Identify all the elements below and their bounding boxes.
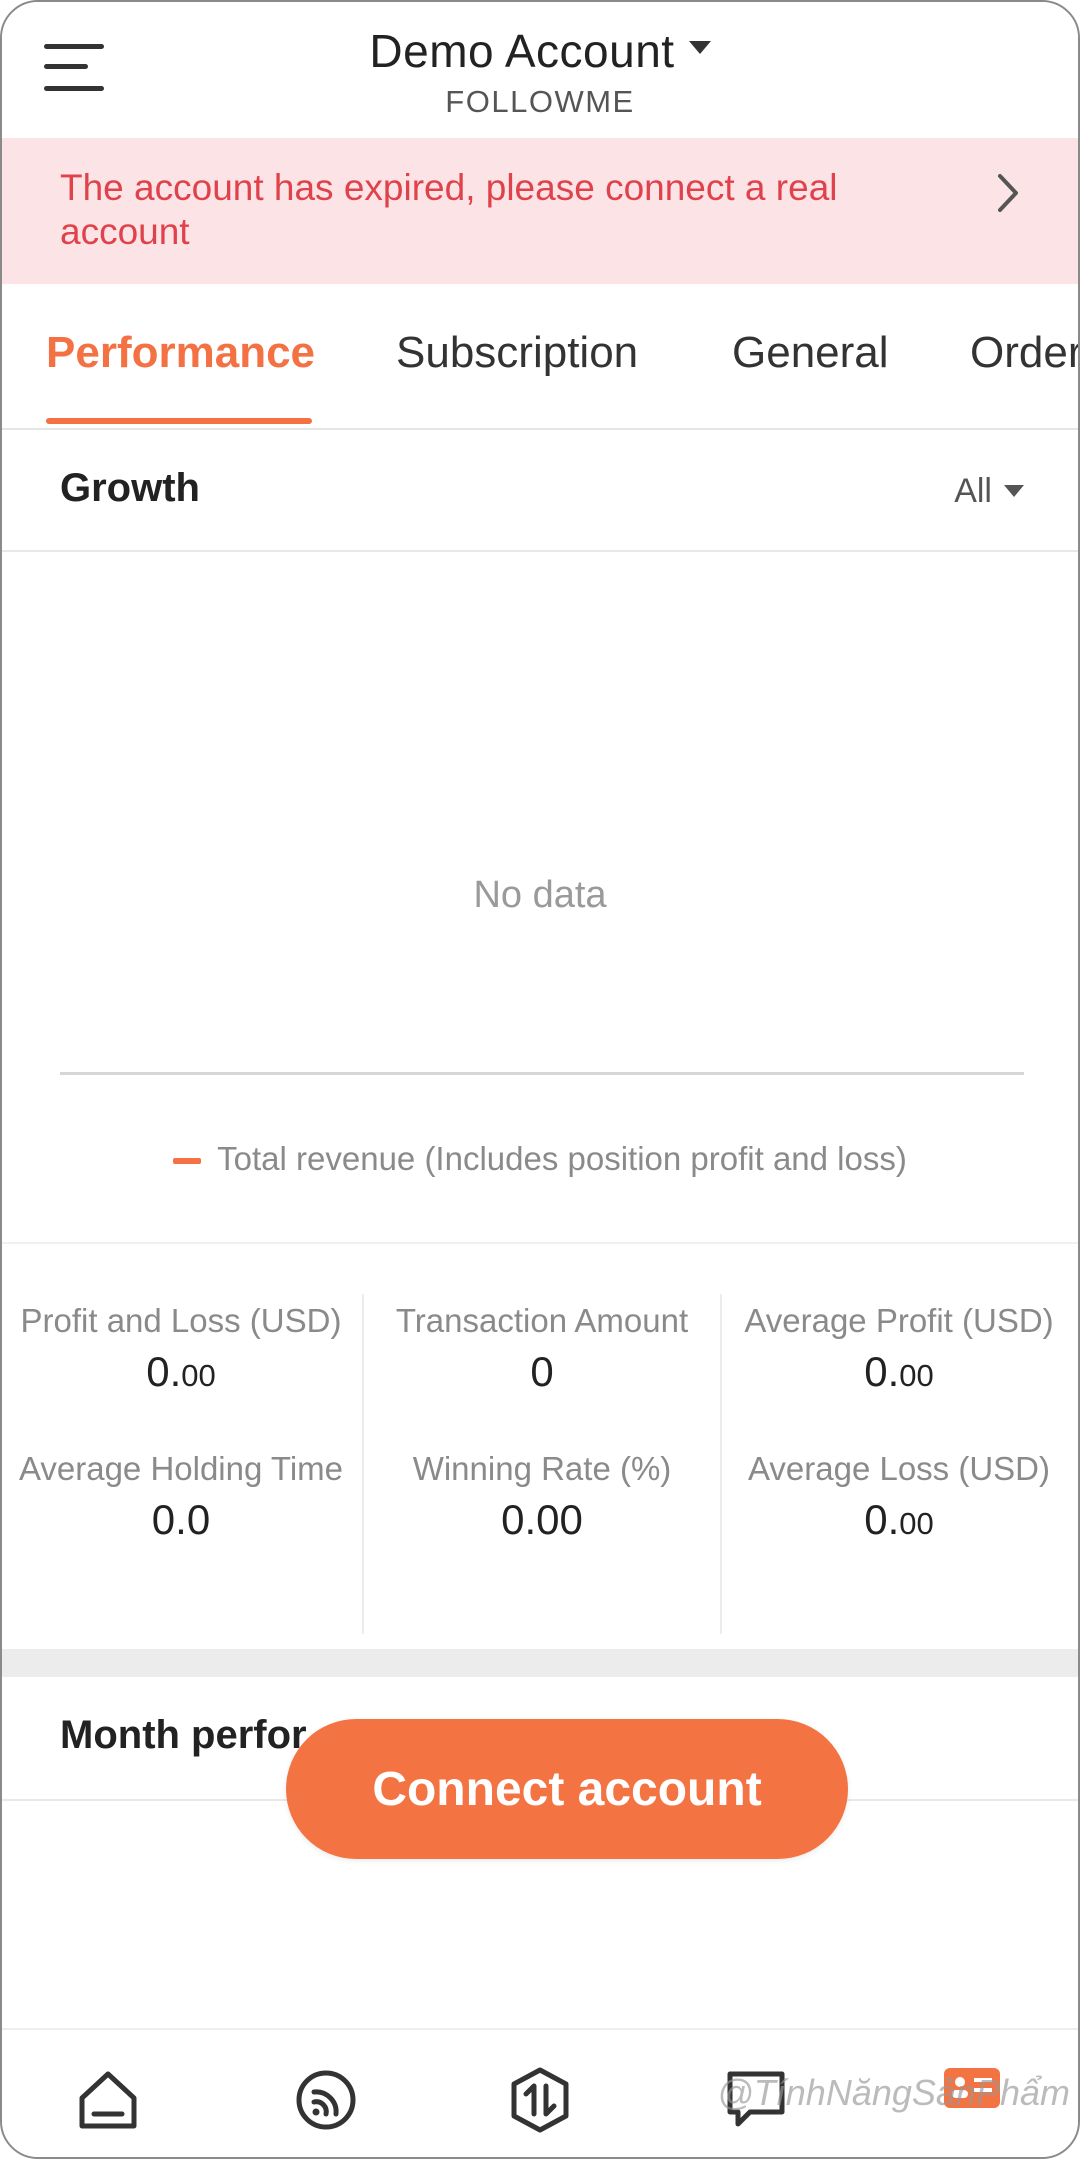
account-selector[interactable]: Demo Account xyxy=(2,24,1078,78)
bottom-nav: @TínhNăngSảnPhẩm xyxy=(2,2028,1078,2157)
growth-chart: No data Total revenue (Includes position… xyxy=(2,552,1078,1244)
legend-label: Total revenue (Includes position profit … xyxy=(217,1140,907,1177)
stats-grid: Profit and Loss (USD) 0.00 Average Holdi… xyxy=(2,1244,1078,1634)
growth-header: Growth All xyxy=(2,428,1078,552)
active-tab-indicator xyxy=(46,418,312,424)
stat-value: 0.00 xyxy=(720,1348,1078,1412)
section-divider xyxy=(2,1649,1078,1677)
stat-label: Average Holding Time xyxy=(18,1450,344,1487)
stat-label: Transaction Amount xyxy=(395,1302,689,1339)
caret-down-icon xyxy=(1004,485,1024,498)
tab-general[interactable]: General xyxy=(732,328,889,378)
stats-column: Transaction Amount 0 Winning Rate (%) 0.… xyxy=(362,1294,722,1634)
stat-label: Average Profit (USD) xyxy=(744,1302,1054,1339)
tab-subscription[interactable]: Subscription xyxy=(396,328,638,378)
month-performance-title: Month perfor xyxy=(60,1713,307,1757)
stats-column: Average Profit (USD) 0.00 Average Loss (… xyxy=(720,1294,1078,1634)
app-frame: Demo Account FOLLOWME The account has ex… xyxy=(0,0,1080,2159)
period-filter[interactable]: All xyxy=(954,472,1024,511)
feed-icon[interactable] xyxy=(290,2064,362,2136)
chart-axis-line xyxy=(60,1072,1024,1075)
expired-banner[interactable]: The account has expired, please connect … xyxy=(2,138,1078,284)
stat-value-dec: 00 xyxy=(181,1358,216,1393)
stat-value-dec: 00 xyxy=(899,1358,934,1393)
top-bar: Demo Account FOLLOWME xyxy=(2,2,1078,138)
stat-value-dec: 00 xyxy=(899,1506,934,1541)
banner-message: The account has expired, please connect … xyxy=(60,167,838,252)
watermark-text: @TínhNăngSảnPhẩm xyxy=(717,2072,1070,2113)
tab-bar: Performance Subscription General Order xyxy=(2,284,1078,430)
stats-column: Profit and Loss (USD) 0.00 Average Holdi… xyxy=(2,1294,360,1634)
stat-value: 0.00 xyxy=(2,1348,360,1412)
stat-label: Profit and Loss (USD) xyxy=(20,1302,342,1339)
account-subtitle: FOLLOWME xyxy=(445,84,635,119)
period-filter-value: All xyxy=(954,472,992,510)
connect-account-button[interactable]: Connect account xyxy=(286,1719,848,1859)
stat-label: Winning Rate (%) xyxy=(412,1450,672,1487)
stat-value-int: 0. xyxy=(864,1496,900,1543)
stat-value: 0.00 xyxy=(720,1496,1078,1560)
stat-value: 0.0 xyxy=(151,1496,211,1543)
empty-state-text: No data xyxy=(473,874,607,916)
stat-value-int: 0. xyxy=(146,1348,182,1395)
home-icon[interactable] xyxy=(72,2064,144,2136)
tab-order[interactable]: Order xyxy=(970,328,1078,378)
stat-value: 0.00 xyxy=(501,1496,583,1543)
stat-value-int: 0. xyxy=(864,1348,900,1395)
stat-label: Average Loss (USD) xyxy=(747,1450,1050,1487)
tab-performance[interactable]: Performance xyxy=(46,328,315,378)
trade-icon[interactable] xyxy=(504,2064,576,2136)
caret-down-icon xyxy=(688,41,711,55)
growth-title: Growth xyxy=(60,466,200,510)
stat-value: 0 xyxy=(530,1348,554,1395)
legend-swatch xyxy=(173,1158,202,1165)
account-title: Demo Account xyxy=(369,25,675,77)
chart-legend: Total revenue (Includes position profit … xyxy=(2,1140,1078,1178)
chevron-right-icon xyxy=(998,174,1018,212)
